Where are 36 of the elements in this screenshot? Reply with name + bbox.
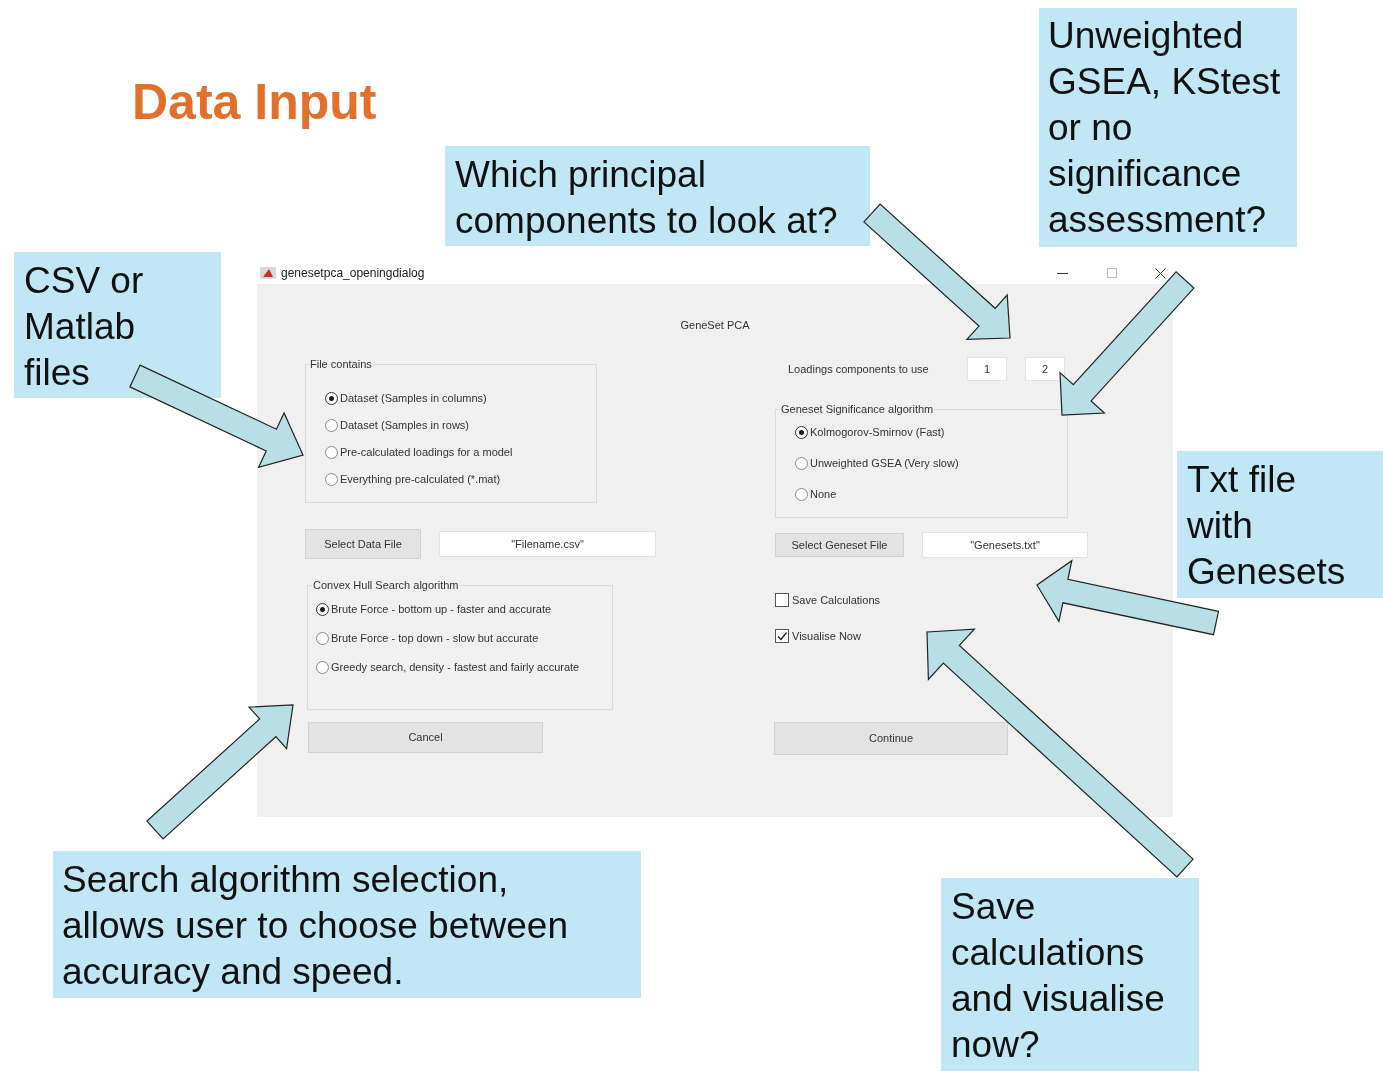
minimize-icon[interactable] xyxy=(1057,272,1068,274)
radio-option[interactable]: Unweighted GSEA (Very slow) xyxy=(795,448,959,479)
filename-field[interactable]: "Genesets.txt" xyxy=(922,532,1088,558)
radio-option[interactable]: Pre-calculated loadings for a model xyxy=(325,439,513,466)
checkbox-option[interactable]: Save Calculations xyxy=(775,590,881,610)
window-title: genesetpca_openingdialog xyxy=(281,265,425,282)
radio-option[interactable]: Dataset (Samples in columns) xyxy=(325,385,487,412)
close-icon[interactable] xyxy=(1155,267,1166,279)
radio-option[interactable]: Everything pre-calculated (*.mat) xyxy=(325,466,501,493)
select-file-button[interactable]: Select Data File xyxy=(305,529,421,559)
select-file-button[interactable]: Select Geneset File xyxy=(775,533,904,557)
annotation-callout: Unweighted GSEA, KStest or no significance assessment? xyxy=(1039,8,1297,247)
radio-option[interactable]: Brute Force - top down - slow but accurate xyxy=(316,624,539,653)
radio-option[interactable]: Kolmogorov-Smirnov (Fast) xyxy=(795,417,945,448)
radio-option[interactable]: None xyxy=(795,479,837,510)
annotation-callout: CSV or Matlab files xyxy=(14,252,221,398)
field-label: Loadings components to use xyxy=(788,361,929,377)
panel-title: File contains xyxy=(309,358,373,370)
cancel-button[interactable]: Cancel xyxy=(308,722,543,753)
checkbox-option[interactable]: Visualise Now xyxy=(775,626,861,646)
panel-title: Convex Hull Search algorithm xyxy=(312,579,460,591)
slide-title: Data Input xyxy=(132,73,377,132)
app-icon xyxy=(260,267,276,279)
number-field[interactable]: 1 xyxy=(967,357,1007,381)
annotation-callout: Save calculations and visualise now? xyxy=(941,878,1199,1071)
continue-button[interactable]: Continue xyxy=(774,722,1008,755)
radio-option[interactable]: Greedy search, density - fastest and fairly accurate xyxy=(316,653,580,682)
dialog-heading: GeneSet PCA xyxy=(680,319,750,332)
number-field[interactable]: 2 xyxy=(1025,357,1065,381)
filename-field[interactable]: "Filename.csv" xyxy=(439,531,656,557)
annotation-callout: Txt file with Genesets xyxy=(1177,451,1383,598)
radio-option[interactable]: Dataset (Samples in rows) xyxy=(325,412,469,439)
annotation-callout: Search algorithm selection, allows user to choose between accuracy and speed. xyxy=(53,851,641,998)
radio-option[interactable]: Brute Force - bottom up - faster and accurate xyxy=(316,595,552,624)
annotation-callout: Which principal components to look at? xyxy=(445,146,870,246)
panel-title: Geneset Significance algorithm xyxy=(780,403,935,415)
